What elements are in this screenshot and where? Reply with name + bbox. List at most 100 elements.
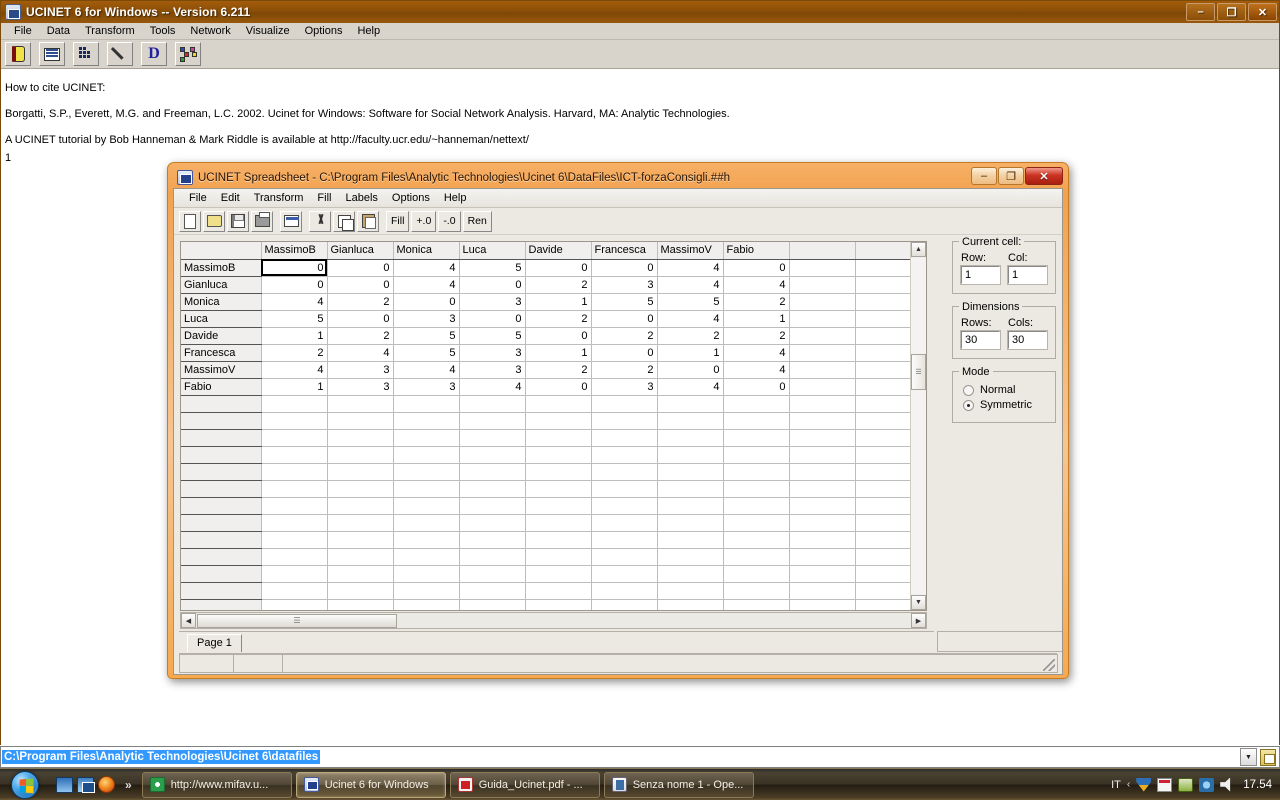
grid-cell[interactable]: 2 — [327, 327, 394, 345]
dimensions-cols-input[interactable]: 30 — [1007, 330, 1048, 350]
scroll-left-arrow[interactable]: ◀ — [181, 613, 196, 628]
grid-cell-empty[interactable] — [657, 531, 724, 549]
grid-cell[interactable]: 0 — [261, 259, 328, 277]
tray-expand-chevron-icon[interactable]: ‹ — [1127, 779, 1130, 790]
grid-cell-empty[interactable] — [393, 463, 460, 481]
grid-cell[interactable]: 4 — [723, 276, 790, 294]
grid-cell[interactable]: 2 — [525, 310, 592, 328]
grid-cell-empty[interactable] — [327, 446, 394, 464]
grid-cell-empty[interactable] — [657, 480, 724, 498]
vscroll-thumb[interactable]: ☰ — [911, 354, 926, 390]
grid-cell-empty[interactable] — [393, 395, 460, 413]
row-header[interactable]: Monica — [181, 293, 262, 311]
grid-cell-empty[interactable] — [261, 429, 328, 447]
taskbar-item-openoffice[interactable]: Senza nome 1 - Ope... — [603, 771, 754, 798]
new-file-button[interactable] — [179, 210, 201, 232]
grid-cell[interactable]: 4 — [723, 344, 790, 362]
grid-cell[interactable]: 0 — [723, 378, 790, 396]
grid-cell-empty[interactable] — [789, 259, 856, 277]
column-header-davide[interactable]: Davide — [525, 242, 592, 260]
network-icon[interactable] — [1199, 777, 1215, 792]
grid-cell[interactable]: 4 — [723, 361, 790, 379]
column-header-fabio[interactable]: Fabio — [723, 242, 790, 260]
menu-file[interactable]: File — [7, 24, 40, 39]
grid-cell[interactable]: 0 — [525, 259, 592, 277]
resize-grip-icon[interactable] — [1043, 659, 1055, 671]
grid-cell-empty[interactable] — [459, 565, 526, 583]
row-header-empty[interactable] — [181, 446, 262, 464]
grid-cell[interactable]: 0 — [327, 259, 394, 277]
grid-cell-empty[interactable] — [591, 497, 658, 515]
grid-cell-empty[interactable] — [723, 446, 790, 464]
grid-cell[interactable]: 1 — [657, 344, 724, 362]
grid-cell-empty[interactable] — [525, 480, 592, 498]
grid-cell-empty[interactable] — [789, 378, 856, 396]
grid-cell-empty[interactable] — [459, 429, 526, 447]
hscroll-thumb[interactable]: ☰ — [197, 613, 397, 628]
grid-cell[interactable]: 0 — [525, 327, 592, 345]
grid-cell-empty[interactable] — [261, 599, 328, 610]
grid-cell-empty[interactable] — [393, 480, 460, 498]
current-cell-col-input[interactable]: 1 — [1007, 265, 1048, 285]
row-header[interactable]: MassimoB — [181, 259, 262, 277]
grid-cell-empty[interactable] — [657, 395, 724, 413]
grid-cell-empty[interactable] — [525, 548, 592, 566]
grid-cell-empty[interactable] — [459, 395, 526, 413]
grid-cell-empty[interactable] — [657, 514, 724, 532]
grid-cell-empty[interactable] — [525, 599, 592, 610]
grid-cell-empty[interactable] — [525, 565, 592, 583]
menu-data[interactable]: Data — [40, 24, 78, 39]
spreadsheet-maximize-button[interactable]: ❐ — [998, 167, 1024, 185]
grid-cell[interactable]: 4 — [459, 378, 526, 396]
column-header-empty[interactable] — [789, 242, 856, 260]
row-header-empty[interactable] — [181, 565, 262, 583]
menu-visualize[interactable]: Visualize — [239, 24, 298, 39]
grid-cell[interactable]: 4 — [327, 344, 394, 362]
grid-cell-empty[interactable] — [459, 531, 526, 549]
grid-cell-empty[interactable] — [459, 582, 526, 600]
grid-cell[interactable]: 3 — [459, 344, 526, 362]
column-header-luca[interactable]: Luca — [459, 242, 526, 260]
copy-button[interactable] — [333, 210, 355, 232]
grid-cell[interactable]: 0 — [591, 259, 658, 277]
increase-decimals-button[interactable]: +.0 — [411, 210, 437, 232]
grid-cell[interactable]: 5 — [393, 327, 460, 345]
grid-cell-empty[interactable] — [393, 412, 460, 430]
grid-cell[interactable]: 3 — [459, 361, 526, 379]
grid-cell[interactable]: 3 — [591, 276, 658, 294]
grid-cell[interactable]: 2 — [525, 276, 592, 294]
grid-cell-empty[interactable] — [525, 429, 592, 447]
grid-cell-empty[interactable] — [789, 463, 856, 481]
grid-cell[interactable]: 0 — [261, 276, 328, 294]
firefox-icon[interactable] — [98, 776, 115, 793]
grid-cell-empty[interactable] — [723, 565, 790, 583]
grid-cell[interactable]: 2 — [327, 293, 394, 311]
grid-cell-empty[interactable] — [657, 429, 724, 447]
grid-cell[interactable]: 5 — [393, 344, 460, 362]
column-header-monica[interactable]: Monica — [393, 242, 460, 260]
grid-cell[interactable]: 5 — [591, 293, 658, 311]
grid-cell-empty[interactable] — [657, 599, 724, 610]
grid-cell-empty[interactable] — [591, 463, 658, 481]
menu-tools[interactable]: Tools — [143, 24, 184, 39]
grid-cell-empty[interactable] — [789, 582, 856, 600]
grid-cell-empty[interactable] — [393, 565, 460, 583]
print-button[interactable] — [251, 210, 273, 232]
scroll-right-arrow[interactable]: ▶ — [911, 613, 926, 628]
open-file-button[interactable] — [203, 210, 225, 232]
grid-cell[interactable]: 3 — [393, 378, 460, 396]
clock[interactable]: 17.54 — [1243, 779, 1272, 791]
mode-option-normal[interactable]: Normal — [963, 384, 1047, 396]
grid-cell[interactable]: 2 — [525, 361, 592, 379]
grid-cell-empty[interactable] — [657, 582, 724, 600]
switch-windows-icon[interactable] — [77, 776, 95, 793]
grid-cell-empty[interactable] — [261, 565, 328, 583]
menu-options[interactable]: Options — [298, 24, 351, 39]
grid-cell-empty[interactable] — [723, 514, 790, 532]
mode-option-symmetric[interactable]: Symmetric — [963, 399, 1047, 411]
grid-cell-empty[interactable] — [525, 395, 592, 413]
grid-cell-empty[interactable] — [723, 463, 790, 481]
grid-cell-empty[interactable] — [327, 463, 394, 481]
spreadsheet-close-button[interactable]: ✕ — [1025, 167, 1063, 185]
grid-cell-empty[interactable] — [261, 548, 328, 566]
